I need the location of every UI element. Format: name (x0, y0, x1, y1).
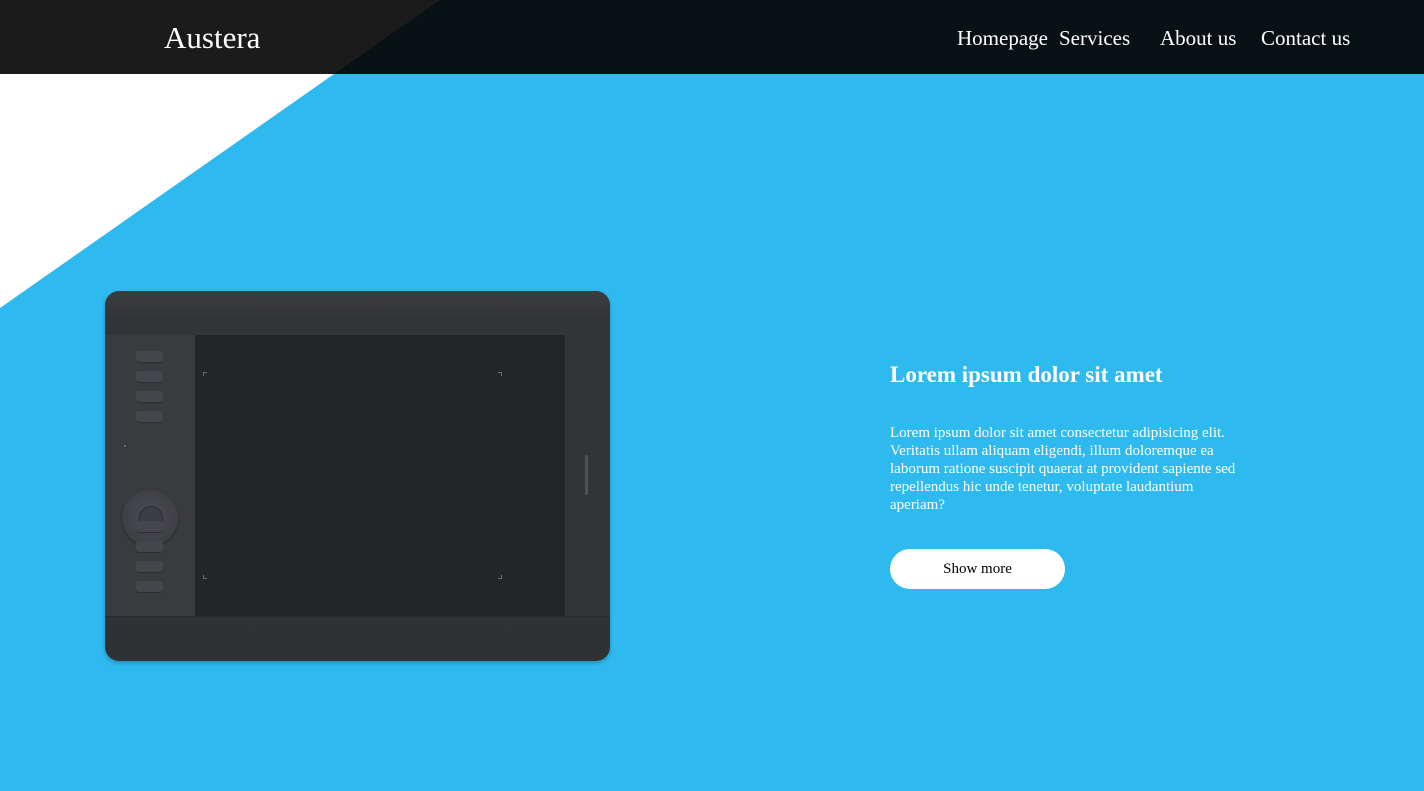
drawing-tablet-image (105, 291, 610, 661)
tablet-key (136, 581, 163, 593)
nav-services[interactable]: Services (1059, 26, 1130, 50)
tablet-active-area (195, 335, 565, 616)
nav-homepage[interactable]: Homepage (957, 26, 1048, 50)
tablet-key (136, 561, 163, 573)
nav-about-us[interactable]: About us (1160, 26, 1236, 50)
hero-title: Lorem ipsum dolor sit amet (890, 362, 1163, 387)
tablet-express-keys-panel (105, 335, 195, 616)
hero-description: Lorem ipsum dolor sit amet consectetur a… (890, 425, 1236, 513)
tablet-corner-mark (498, 372, 502, 376)
tablet-indicator-dot (124, 445, 126, 447)
tablet-brand-mark (585, 455, 588, 495)
tablet-key (136, 521, 163, 533)
tablet-edge-line (105, 616, 610, 617)
site-logo[interactable]: Austera (164, 20, 260, 56)
tablet-key (136, 541, 163, 553)
tablet-key (136, 391, 163, 403)
site-header: Austera Homepage Services About us Conta… (0, 0, 1424, 74)
nav-contact-us[interactable]: Contact us (1261, 26, 1350, 50)
tablet-corner-mark (498, 575, 502, 579)
landing-page: Austera Homepage Services About us Conta… (0, 0, 1424, 791)
tablet-corner-mark (203, 372, 207, 376)
tablet-corner-mark (203, 575, 207, 579)
tablet-key (136, 411, 163, 423)
tablet-key (136, 351, 163, 363)
tablet-key (136, 371, 163, 383)
show-more-button[interactable]: Show more (890, 549, 1065, 589)
